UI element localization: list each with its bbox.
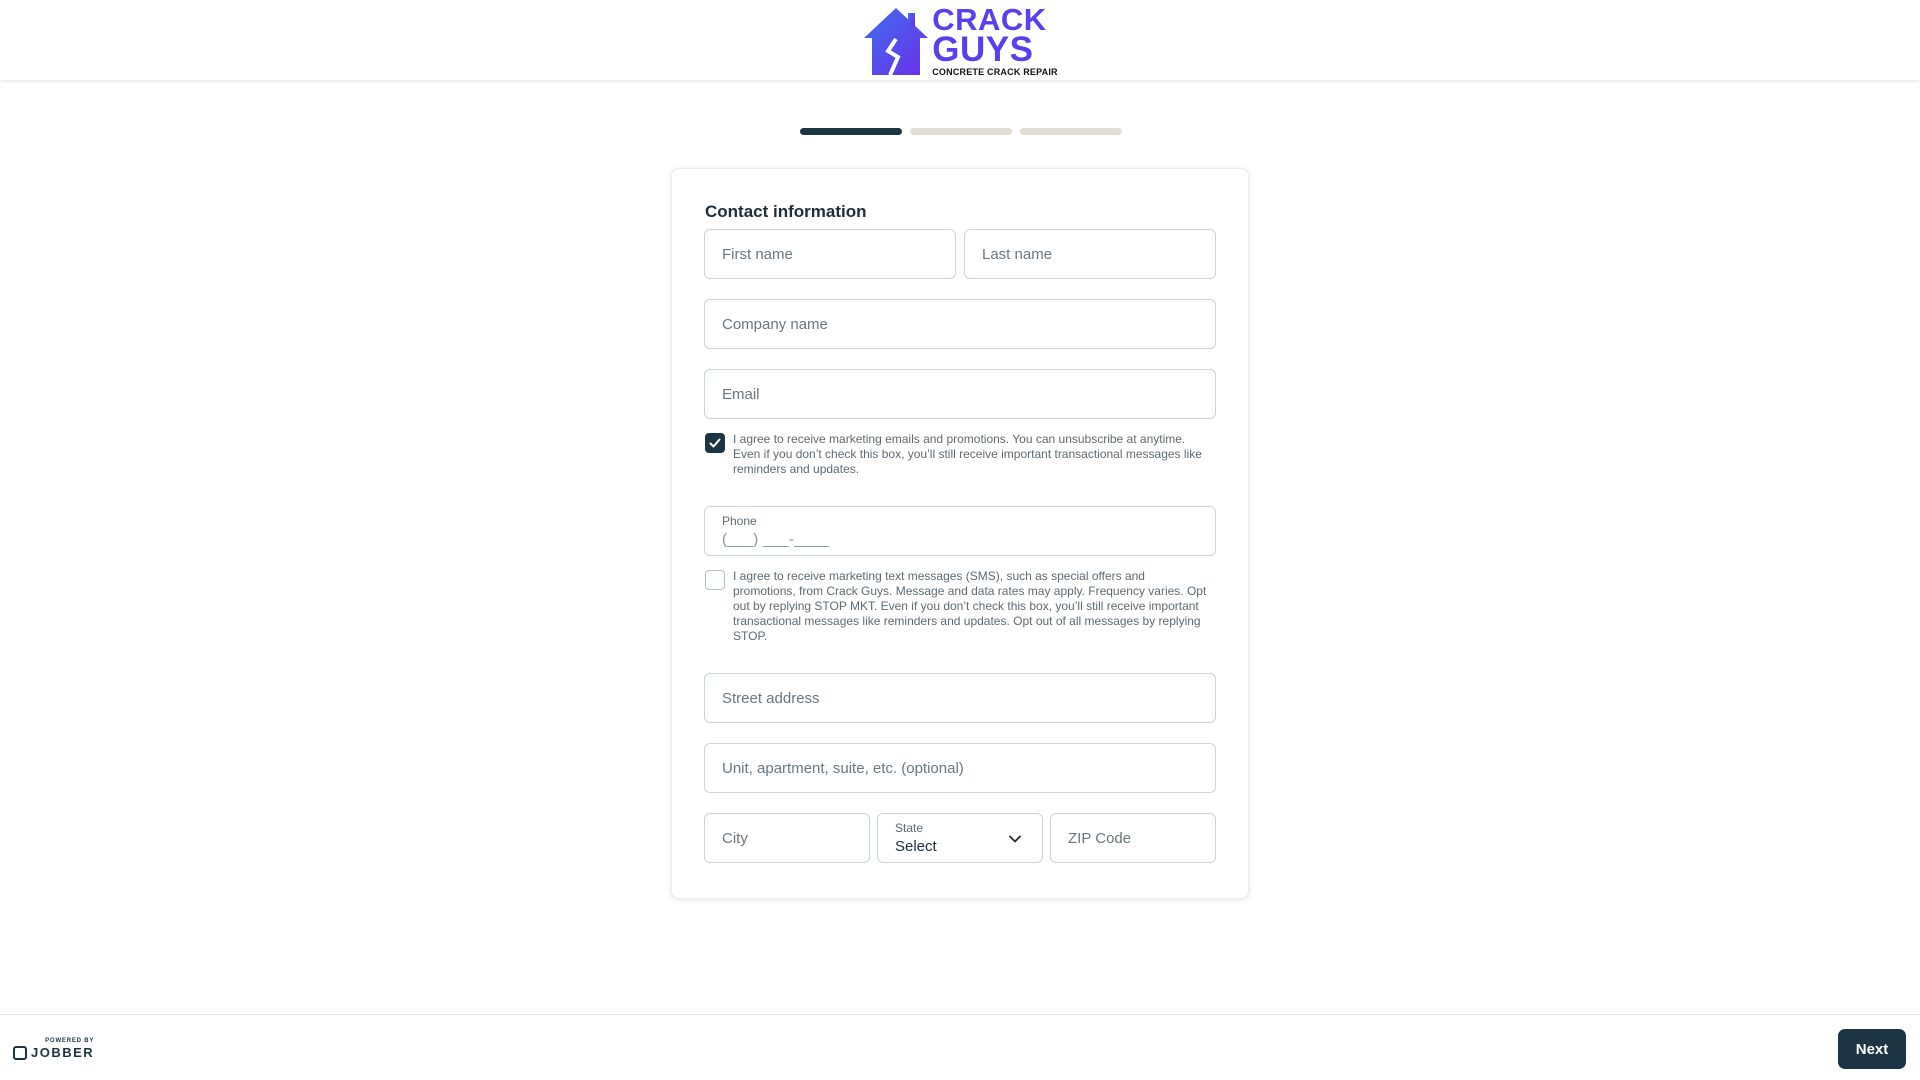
brand-wordmark: CRACK GUYS CONCRETE CRACK REPAIR (932, 4, 1058, 77)
email-input[interactable]: Email (704, 369, 1216, 419)
email-consent-text: I agree to receive marketing emails and … (733, 432, 1202, 476)
city-placeholder: City (722, 829, 748, 847)
city-input[interactable]: City (704, 813, 870, 863)
jobber-logo-icon (13, 1046, 27, 1060)
zip-code-input[interactable]: ZIP Code (1050, 813, 1216, 863)
email-consent-checkbox[interactable] (705, 433, 725, 453)
progress-step-1 (800, 128, 902, 135)
street-address-placeholder: Street address (722, 689, 820, 707)
unit-placeholder: Unit, apartment, suite, etc. (optional) (722, 759, 964, 777)
sms-consent-checkbox[interactable] (705, 570, 725, 590)
header: CRACK GUYS CONCRETE CRACK REPAIR (0, 0, 1920, 80)
first-name-input[interactable]: First name (704, 229, 956, 279)
step-progress (800, 128, 1122, 135)
first-name-placeholder: First name (722, 245, 793, 263)
last-name-placeholder: Last name (982, 245, 1053, 263)
sms-consent-row: I agree to receive marketing text messag… (705, 569, 1207, 644)
sms-consent-text: I agree to receive marketing text messag… (733, 569, 1207, 643)
chevron-down-icon (1009, 835, 1021, 843)
company-name-placeholder: Company name (722, 315, 828, 333)
house-crack-icon (864, 8, 929, 75)
footer: POWERED BY JOBBER Next (0, 1014, 1920, 1080)
unit-input[interactable]: Unit, apartment, suite, etc. (optional) (704, 743, 1216, 793)
last-name-input[interactable]: Last name (964, 229, 1216, 279)
phone-label: Phone (722, 514, 757, 528)
state-select[interactable]: State Select (877, 813, 1043, 863)
powered-by-label: POWERED BY (45, 1038, 95, 1044)
form-title: Contact information (705, 202, 867, 221)
state-label: State (895, 821, 924, 835)
email-consent-row: I agree to receive marketing emails and … (705, 432, 1207, 477)
progress-step-2 (910, 128, 1012, 135)
checkmark-icon (709, 438, 721, 448)
powered-by-jobber[interactable]: POWERED BY JOBBER (13, 1037, 94, 1060)
zip-code-placeholder: ZIP Code (1068, 829, 1132, 847)
progress-step-3 (1020, 128, 1122, 135)
brand-line-2: GUYS (932, 29, 1034, 69)
jobber-wordmark: JOBBER (31, 1045, 95, 1060)
brand-logo[interactable]: CRACK GUYS CONCRETE CRACK REPAIR (862, 3, 1058, 77)
state-value: Select (895, 838, 937, 855)
phone-mask: (___) ___-____ (722, 531, 829, 548)
next-button[interactable]: Next (1838, 1029, 1906, 1069)
phone-input[interactable]: Phone (___) ___-____ (704, 506, 1216, 556)
company-name-input[interactable]: Company name (704, 299, 1216, 349)
brand-tagline: CONCRETE CRACK REPAIR (932, 66, 1058, 77)
street-address-input[interactable]: Street address (704, 673, 1216, 723)
email-placeholder: Email (722, 385, 760, 403)
contact-form-card: Contact information First name Last name… (671, 168, 1249, 899)
